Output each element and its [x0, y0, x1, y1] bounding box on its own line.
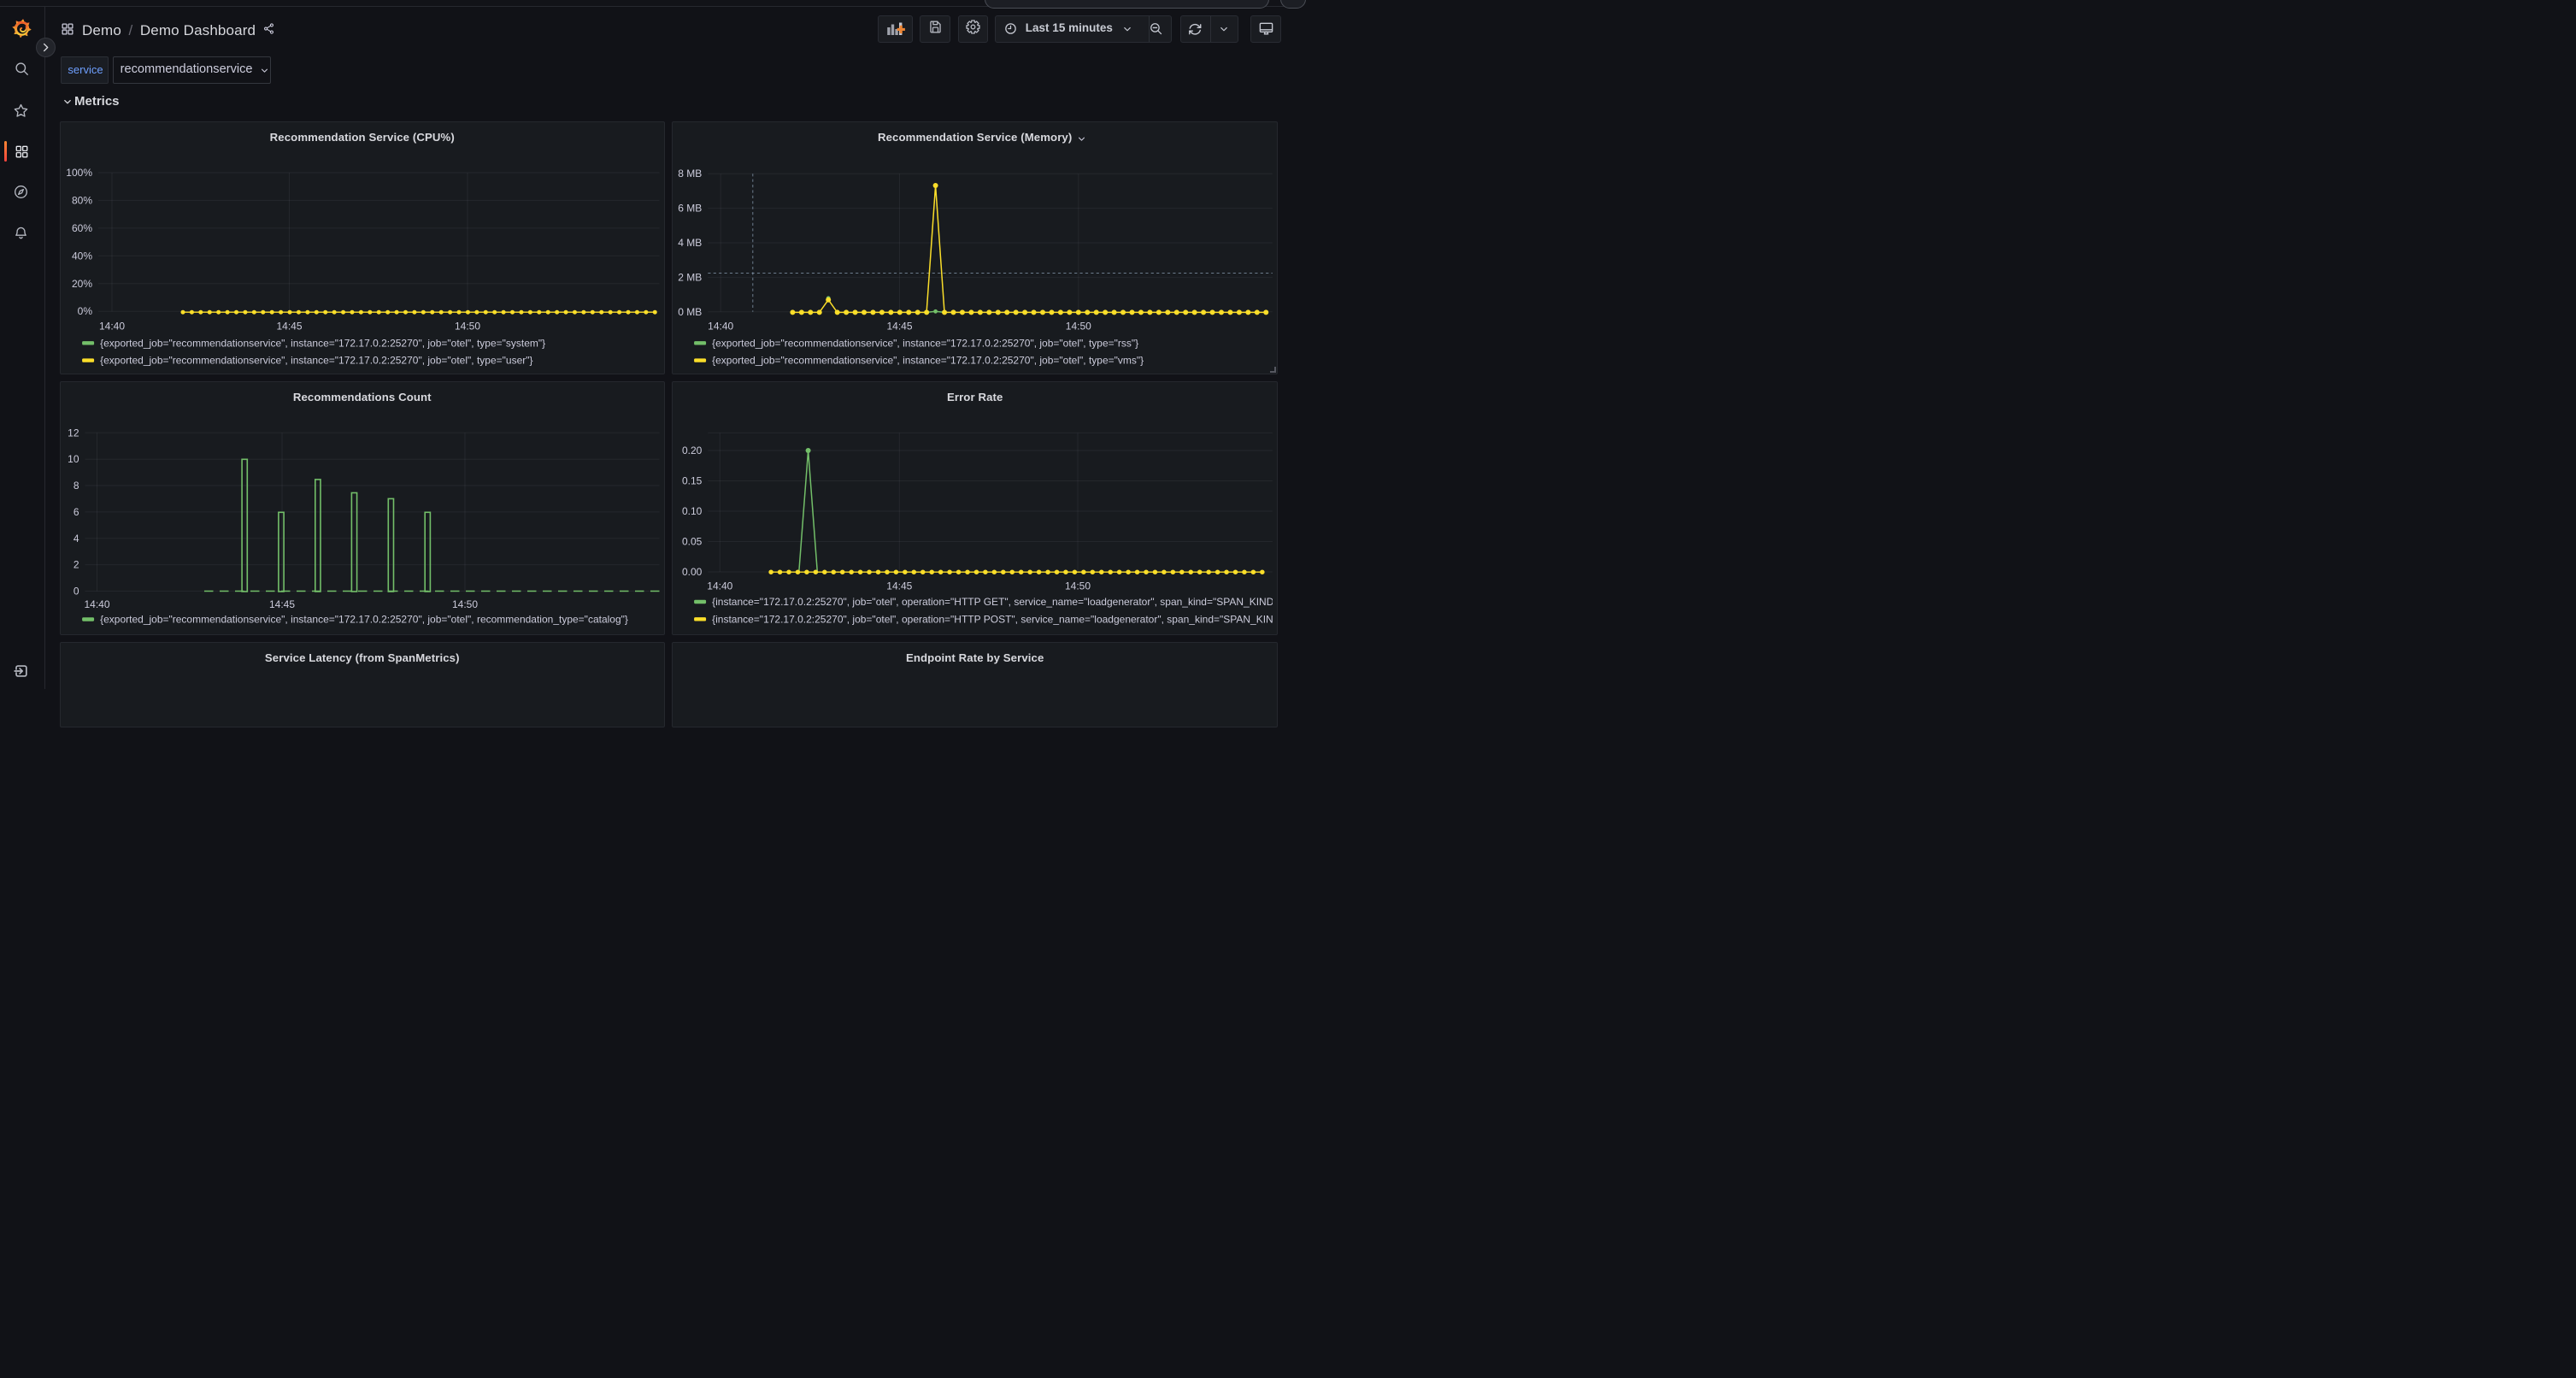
- svg-text:12: 12: [68, 427, 79, 439]
- svg-text:4: 4: [74, 533, 79, 545]
- svg-text:{instance="172.17.0.2:25270",: {instance="172.17.0.2:25270", job="otel"…: [712, 596, 1279, 608]
- svg-text:0.10: 0.10: [682, 505, 703, 517]
- svg-text:14:40: 14:40: [99, 321, 125, 333]
- svg-text:{exported_job="recommendations: {exported_job="recommendationservice", i…: [712, 355, 1144, 367]
- svg-text:0%: 0%: [78, 305, 93, 317]
- svg-text:14:45: 14:45: [276, 321, 302, 333]
- svg-text:{exported_job="recommendations: {exported_job="recommendationservice", i…: [100, 337, 545, 349]
- svg-text:{exported_job="recommendations: {exported_job="recommendationservice", i…: [100, 355, 532, 367]
- svg-text:2 MB: 2 MB: [678, 271, 702, 283]
- svg-text:14:50: 14:50: [1066, 321, 1091, 333]
- svg-text:{exported_job="recommendations: {exported_job="recommendationservice", i…: [712, 337, 1138, 349]
- svg-text:6: 6: [74, 506, 79, 518]
- svg-text:14:50: 14:50: [1065, 580, 1091, 592]
- svg-text:0: 0: [74, 586, 79, 598]
- svg-text:14:50: 14:50: [455, 321, 480, 333]
- svg-text:20%: 20%: [72, 278, 92, 290]
- svg-text:4 MB: 4 MB: [678, 237, 702, 249]
- svg-text:{instance="172.17.0.2:25270",: {instance="172.17.0.2:25270", job="otel"…: [712, 613, 1279, 625]
- svg-text:14:45: 14:45: [269, 598, 295, 610]
- svg-text:14:50: 14:50: [452, 598, 478, 610]
- svg-text:6 MB: 6 MB: [678, 203, 702, 215]
- svg-text:10: 10: [68, 453, 79, 465]
- svg-text:14:45: 14:45: [886, 580, 912, 592]
- svg-text:2: 2: [74, 559, 79, 571]
- svg-text:14:40: 14:40: [84, 598, 109, 610]
- svg-text:40%: 40%: [72, 250, 92, 262]
- svg-text:14:45: 14:45: [887, 321, 913, 333]
- svg-text:8: 8: [74, 480, 79, 492]
- svg-text:14:40: 14:40: [707, 580, 732, 592]
- svg-text:0.15: 0.15: [682, 475, 703, 487]
- svg-text:100%: 100%: [66, 167, 92, 179]
- svg-text:14:40: 14:40: [708, 321, 733, 333]
- svg-text:8 MB: 8 MB: [678, 168, 702, 180]
- svg-text:60%: 60%: [72, 222, 92, 234]
- svg-text:0.00: 0.00: [682, 566, 703, 578]
- svg-text:80%: 80%: [72, 194, 92, 206]
- svg-text:0.05: 0.05: [682, 536, 703, 548]
- svg-text:{exported_job="recommendations: {exported_job="recommendationservice", i…: [100, 614, 628, 626]
- svg-text:0.20: 0.20: [682, 445, 703, 456]
- svg-text:0 MB: 0 MB: [678, 306, 702, 318]
